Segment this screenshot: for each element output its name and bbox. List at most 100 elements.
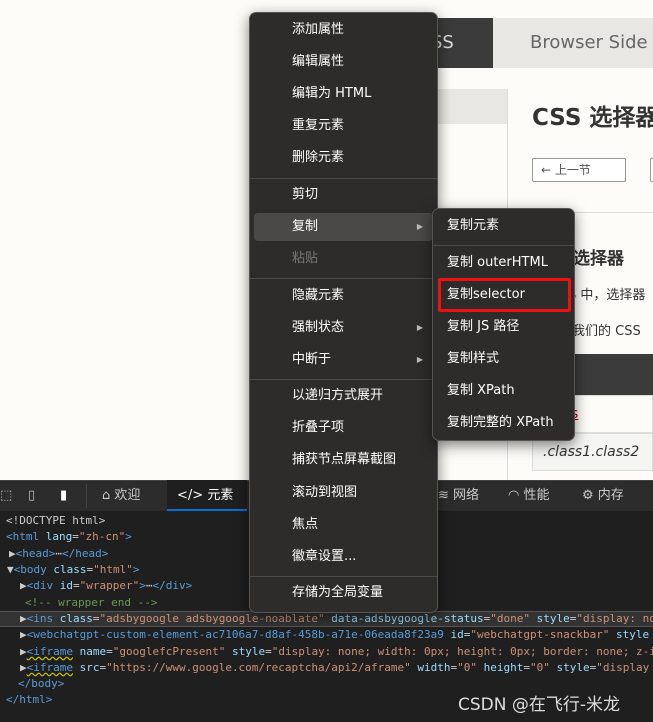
tag: <div — [26, 579, 54, 592]
dom-node-iframe[interactable]: ▶<iframe src="https://www.google.com/rec… — [20, 660, 649, 676]
paragraph: S 中，选择器 — [568, 288, 646, 303]
submenu-item-copy-element[interactable]: 复制元素 — [437, 212, 570, 240]
section-title: 选择器 — [573, 249, 624, 269]
tag: <ins — [26, 612, 54, 625]
menu-item-collapse-children[interactable]: 折叠子项 — [254, 414, 433, 442]
attr: name — [72, 645, 107, 658]
watermark: CSDN @在飞行-米龙 — [458, 695, 621, 715]
code-icon: </> — [177, 488, 208, 503]
wifi-icon: ≋ — [438, 488, 454, 503]
expand-triangle-icon[interactable]: ▶ — [20, 579, 27, 592]
submenu-item-copy-full-xpath[interactable]: 复制完整的 XPath — [437, 409, 570, 437]
menu-item-break-on[interactable]: 中断于 ▶ — [254, 346, 433, 374]
dom-node-webchatgpt[interactable]: ▶<webchatgpt-custom-element-ac7106a7-d8a… — [20, 627, 649, 643]
tab-performance[interactable]: ◠ 性能 — [508, 480, 550, 511]
highlight-box — [438, 278, 571, 312]
tag: <iframe — [26, 661, 73, 674]
tag: > — [132, 563, 140, 576]
val: "webchatgpt-snackbar" — [470, 628, 610, 641]
attr: style — [609, 628, 650, 641]
attr: class — [46, 563, 87, 576]
menu-separator — [250, 379, 437, 380]
val: "display: none; width: 0px; height: 0px;… — [271, 645, 653, 658]
gauge-icon: ◠ — [508, 488, 524, 503]
tab-elements[interactable]: </> 元素 — [167, 480, 247, 511]
tag: </head> — [62, 547, 109, 560]
val: "0" — [457, 661, 477, 674]
attr: data-adsbygoogle-status — [324, 612, 484, 625]
expand-triangle-icon[interactable]: ▶ — [9, 547, 16, 560]
attr: lang — [39, 530, 73, 543]
menu-item-copy[interactable]: 复制 ▶ — [254, 213, 433, 241]
inspect-icon[interactable]: ⬚ — [0, 480, 12, 511]
dom-node-html[interactable]: <html lang="zh-cn"> — [6, 529, 132, 545]
dom-node-doctype[interactable]: <!DOCTYPE html> — [6, 513, 105, 529]
tab-memory[interactable]: ⚙ 内存 — [582, 480, 624, 511]
attr: height — [477, 661, 524, 674]
submenu-item-copy-outerhtml[interactable]: 复制 outerHTML — [437, 249, 570, 277]
chip-icon: ⚙ — [582, 488, 598, 503]
attr: class — [53, 612, 93, 625]
sidebar-item[interactable] — [430, 89, 507, 124]
attr: style — [549, 661, 590, 674]
prev-section-button[interactable]: ← 上一节 — [532, 158, 626, 182]
page-tab-browser-side[interactable]: Browser Side — [493, 18, 653, 68]
chevron-right-icon: ▶ — [416, 323, 423, 332]
val: "done" — [490, 612, 530, 625]
dock-side-icon[interactable]: ▮ — [60, 480, 67, 511]
tab-label: 内存 — [597, 488, 624, 503]
menu-item-store-global-variable[interactable]: 存储为全局变量 — [254, 579, 433, 607]
dom-node-body[interactable]: ▼<body class="html"> — [7, 562, 140, 578]
menu-item-scroll-into-view[interactable]: 滚动到视图 — [254, 479, 433, 507]
menu-item-edit-attribute[interactable]: 编辑属性 — [254, 48, 433, 76]
submenu-item-copy-xpath[interactable]: 复制 XPath — [437, 377, 570, 405]
dom-node-html-close[interactable]: </html> — [6, 692, 52, 708]
menu-item-badge-settings[interactable]: 徽章设置... — [254, 543, 433, 571]
val: "html" — [93, 563, 133, 576]
dom-node-iframe[interactable]: ▶<iframe name="googlefcPresent" style="d… — [20, 644, 653, 660]
submenu-item-copy-styles[interactable]: 复制样式 — [437, 345, 570, 373]
menu-item-edit-as-html[interactable]: 编辑为 HTML — [254, 80, 433, 108]
val: "https://www.google.com/recaptcha/api2/a… — [106, 661, 411, 674]
menu-separator — [250, 278, 437, 279]
menu-item-add-attribute[interactable]: 添加属性 — [254, 16, 433, 44]
menu-item-force-state[interactable]: 强制状态 ▶ — [254, 314, 433, 342]
collapse-triangle-icon[interactable]: ▼ — [7, 563, 14, 576]
val: "display — [596, 661, 650, 674]
dom-node-head[interactable]: ▶<head>⋯</head> — [9, 546, 108, 562]
menu-item-label: 复制 — [292, 219, 319, 234]
menu-item-duplicate-element[interactable]: 重复元素 — [254, 112, 433, 140]
tab-welcome[interactable]: ⌂ 欢迎 — [102, 480, 140, 511]
menu-item-cut[interactable]: 剪切 — [254, 181, 433, 209]
menu-item-delete-element[interactable]: 删除元素 — [254, 144, 433, 172]
attr: style — [530, 612, 570, 625]
dom-node-div[interactable]: ▶<div id="wrapper">⋯</div> — [20, 578, 192, 594]
submenu-item-copy-js-path[interactable]: 复制 JS 路径 — [437, 313, 570, 341]
page-title: CSS 选择器 — [532, 105, 653, 131]
tag: <html — [6, 530, 40, 543]
attr: id — [443, 628, 464, 641]
tag: <webchatgpt-custom-element-ac7106a7-d8af… — [26, 628, 444, 641]
device-emulation-icon[interactable]: ▯ — [28, 480, 35, 511]
home-icon: ⌂ — [102, 488, 115, 503]
tag: > — [139, 579, 146, 592]
menu-separator — [433, 245, 574, 246]
dom-node-ins[interactable]: ▶<ins class="adsbygoogle adsbygoogle-noa… — [20, 611, 653, 627]
menu-item-capture-screenshot[interactable]: 捕获节点屏幕截图 — [254, 446, 433, 474]
val: "0" — [529, 661, 550, 674]
tab-label: 网络 — [453, 488, 480, 503]
dom-comment[interactable]: <!-- wrapper end --> — [25, 595, 157, 611]
ellipsis-icon[interactable]: ⋯ — [55, 547, 62, 560]
attr: id — [53, 579, 73, 592]
tab-network[interactable]: ≋ 网络 — [438, 480, 479, 511]
tag: <body — [13, 563, 47, 576]
dom-node-body-close[interactable]: </body> — [18, 676, 64, 692]
chevron-right-icon: ▶ — [416, 222, 423, 231]
tag: <iframe — [26, 645, 73, 658]
tab-label: 元素 — [207, 488, 234, 503]
menu-item-focus[interactable]: 焦点 — [254, 511, 433, 539]
val: "adsbygoogle adsbygoogle-noablate" — [99, 612, 325, 625]
menu-item-hide-element[interactable]: 隐藏元素 — [254, 282, 433, 310]
menu-item-expand-recursively[interactable]: 以递归方式展开 — [254, 382, 433, 410]
attr: style — [225, 645, 266, 658]
